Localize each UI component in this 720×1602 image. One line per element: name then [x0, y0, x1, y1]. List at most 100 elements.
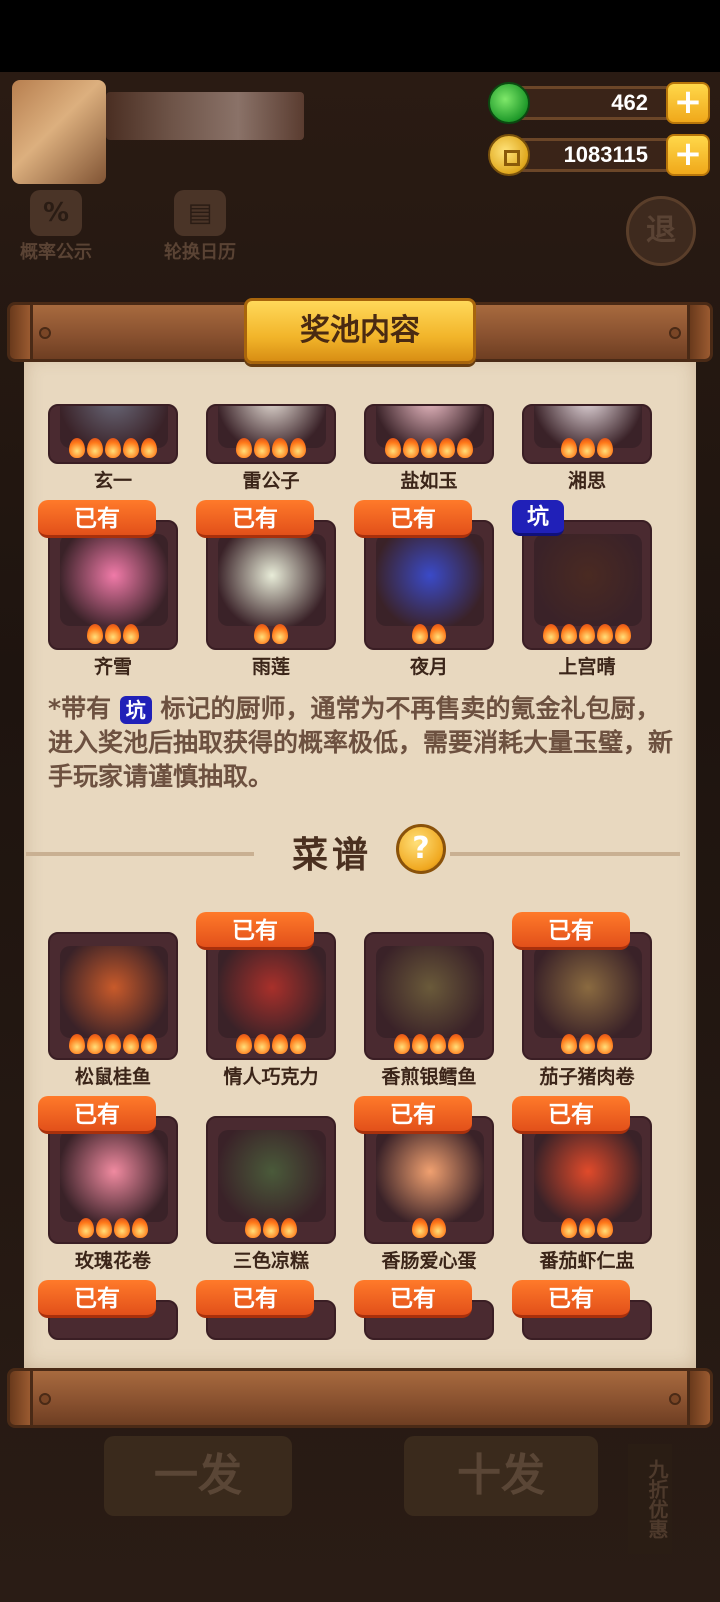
- flame-icon: [421, 438, 437, 458]
- calendar-label: 轮换日历: [164, 242, 236, 263]
- flame-icon: [615, 624, 631, 644]
- flame-icon: [123, 624, 139, 644]
- owned-badge: 已有: [512, 1280, 630, 1318]
- nail-icon: [39, 327, 51, 339]
- star-flames: [208, 1218, 334, 1238]
- panel-title: 奖池内容: [300, 313, 420, 348]
- flame-icon: [412, 1218, 428, 1238]
- flame-icon: [561, 1218, 577, 1238]
- exit-button[interactable]: 退: [626, 196, 696, 266]
- flame-icon: [579, 624, 595, 644]
- help-button[interactable]: ?: [396, 824, 446, 874]
- recipe-name: 番茄虾仁盅: [539, 1250, 635, 1272]
- rod-cap-right: [687, 1368, 713, 1428]
- chef-card[interactable]: [522, 520, 652, 650]
- star-flames: [366, 1034, 492, 1054]
- percent-icon: %: [30, 190, 82, 236]
- chef-name: 夜月: [409, 656, 448, 678]
- keng-badge: 坑: [512, 500, 564, 536]
- flame-icon: [448, 1034, 464, 1054]
- chef-card[interactable]: [206, 404, 336, 464]
- chef-portrait: [60, 534, 168, 626]
- star-flames: [50, 624, 176, 644]
- flame-icon: [439, 438, 455, 458]
- coin-icon: [488, 134, 530, 176]
- recipe-portrait: [534, 946, 642, 1038]
- chef-card[interactable]: [364, 520, 494, 650]
- owned-badge: 已有: [38, 1096, 156, 1134]
- owned-badge: 已有: [512, 1096, 630, 1134]
- chef-name: 盐如玉: [400, 470, 458, 492]
- probability-button[interactable]: % 概率公示: [20, 190, 92, 264]
- recipe-card[interactable]: [522, 932, 652, 1060]
- flame-icon: [290, 1034, 306, 1054]
- player-avatar[interactable]: [12, 80, 106, 184]
- add-coin-button[interactable]: +: [666, 134, 710, 176]
- jade-amount: 462: [611, 90, 648, 115]
- flame-icon: [597, 1034, 613, 1054]
- flame-icon: [87, 624, 103, 644]
- jade-icon: [488, 82, 530, 124]
- recipe-card[interactable]: [48, 932, 178, 1060]
- recipe-card[interactable]: [48, 1116, 178, 1244]
- flame-icon: [78, 1218, 94, 1238]
- nail-icon: [39, 1393, 51, 1405]
- chef-card[interactable]: [206, 520, 336, 650]
- flame-icon: [412, 1034, 428, 1054]
- recipe-card[interactable]: [364, 932, 494, 1060]
- notice-prefix: *带有: [48, 694, 112, 723]
- rod-cap-left: [7, 1368, 33, 1428]
- recipe-name: 茄子猪肉卷: [539, 1066, 635, 1088]
- star-flames: [208, 438, 334, 458]
- flame-icon: [141, 438, 157, 458]
- owned-badge: 已有: [354, 1280, 472, 1318]
- flame-icon: [430, 624, 446, 644]
- player-name-blurred: [106, 92, 304, 140]
- owned-badge: 已有: [354, 500, 472, 538]
- chef-card[interactable]: [522, 404, 652, 464]
- recipe-portrait: [376, 1130, 484, 1222]
- flame-icon: [412, 624, 428, 644]
- flame-icon: [457, 438, 473, 458]
- add-jade-button[interactable]: +: [666, 82, 710, 124]
- recipe-card[interactable]: [206, 932, 336, 1060]
- flame-icon: [87, 438, 103, 458]
- recipe-card[interactable]: [522, 1116, 652, 1244]
- recipe-portrait: [534, 1130, 642, 1222]
- chef-card[interactable]: [48, 404, 178, 464]
- flame-icon: [272, 1034, 288, 1054]
- chef-card[interactable]: [48, 520, 178, 650]
- flame-icon: [403, 438, 419, 458]
- chef-card[interactable]: [364, 404, 494, 464]
- coin-amount: 1083115: [563, 142, 648, 167]
- owned-badge: 已有: [38, 500, 156, 538]
- ten-draw-button[interactable]: 十发: [404, 1436, 598, 1516]
- flame-icon: [132, 1218, 148, 1238]
- divider-left: [26, 852, 254, 856]
- flame-icon: [281, 1218, 297, 1238]
- owned-badge: 已有: [196, 1280, 314, 1318]
- flame-icon: [114, 1218, 130, 1238]
- recipes-title: 菜谱: [292, 835, 373, 876]
- chef-name: 雷公子: [242, 470, 300, 492]
- calendar-button[interactable]: ▤ 轮换日历: [164, 190, 236, 264]
- recipe-portrait: [376, 946, 484, 1038]
- recipe-card[interactable]: [206, 1116, 336, 1244]
- status-bar-area: [0, 0, 720, 72]
- flame-icon: [69, 1034, 85, 1054]
- flame-icon: [385, 438, 401, 458]
- flame-icon: [579, 1034, 595, 1054]
- owned-badge: 已有: [196, 912, 314, 950]
- divider-right: [450, 852, 680, 856]
- recipe-card[interactable]: [364, 1116, 494, 1244]
- jade-bar: [506, 86, 692, 120]
- flame-icon: [597, 438, 613, 458]
- flame-icon: [236, 438, 252, 458]
- single-draw-button[interactable]: 一发: [104, 1436, 292, 1516]
- chef-portrait: [218, 534, 326, 626]
- recipe-portrait: [60, 1130, 168, 1222]
- chef-portrait: [376, 534, 484, 626]
- star-flames: [366, 438, 492, 458]
- star-flames: [366, 624, 492, 644]
- nail-icon: [669, 327, 681, 339]
